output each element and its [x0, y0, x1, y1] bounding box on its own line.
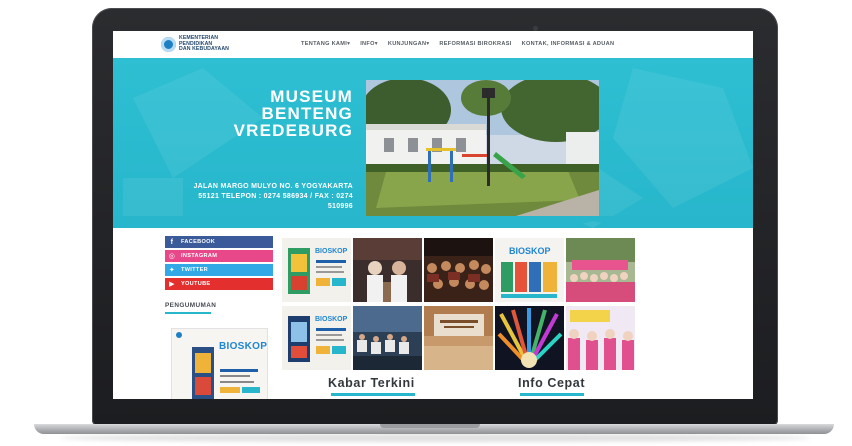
laptop-shadow — [60, 434, 810, 442]
menu-item-kunjungan[interactable]: KUNJUNGAN▾ — [388, 41, 430, 47]
torn-edge — [113, 216, 753, 227]
gallery-item-9[interactable] — [495, 306, 564, 370]
announcement-poster[interactable]: BIOSKOP — [171, 328, 268, 399]
gallery-poster-title: BIOSKOP — [315, 316, 348, 323]
menu-label: REFORMASI BIROKRASI — [439, 41, 512, 47]
youtube-label: YOUTUBE — [181, 281, 211, 287]
hero-banner: MUSEUM BENTENG VREDEBURG JALAN MARGO MUL… — [113, 58, 753, 228]
kemdikbud-logo-icon[interactable] — [161, 37, 176, 52]
browser-viewport: KEMENTERIAN PENDIDIKAN DAN KEBUDAYAAN TE… — [113, 31, 753, 399]
news-section-title: Kabar Terkini — [328, 376, 415, 390]
hero-title-line: VREDEBURG — [233, 121, 353, 140]
news-section-underline — [331, 393, 415, 396]
youtube-icon: ▶ — [169, 281, 175, 288]
logo-line-3: DAN KEBUDAYAAN — [179, 46, 230, 53]
info-section-underline — [520, 393, 584, 396]
hero-title-line: MUSEUM — [270, 87, 353, 106]
instagram-label: INSTAGRAM — [181, 253, 218, 259]
youtube-link[interactable]: ▶ YOUTUBE — [165, 278, 273, 290]
hero-address: JALAN MARGO MULYO NO. 6 YOGYAKARTA 55121… — [193, 183, 353, 210]
menu-item-reformasi-birokrasi[interactable]: REFORMASI BIROKRASI — [439, 41, 511, 47]
museum-photo — [366, 80, 599, 216]
menu-item-tentang-kami[interactable]: TENTANG KAMI▾ — [301, 41, 350, 47]
main-menu: TENTANG KAMI▾ INFO▾ KUNJUNGAN▾ REFORMASI… — [301, 41, 614, 47]
poster-title: BIOSKOP — [219, 341, 268, 352]
gallery-item-6[interactable]: BIOSKOP — [282, 306, 351, 370]
twitter-label: TWITTER — [181, 267, 208, 273]
menu-label: KUNJUNGAN — [387, 41, 427, 47]
hero-title: MUSEUM BENTENG VREDEBURG — [213, 88, 353, 139]
instagram-link[interactable]: ◎ INSTAGRAM — [165, 250, 273, 262]
facebook-icon: f — [170, 238, 174, 246]
menu-label: TENTANG KAMI — [301, 41, 348, 47]
caret-down-icon: ▾ — [374, 41, 378, 47]
gallery-item-8[interactable] — [424, 306, 493, 370]
laptop-notch — [380, 424, 480, 428]
top-navbar: KEMENTERIAN PENDIDIKAN DAN KEBUDAYAAN TE… — [113, 31, 753, 59]
instagram-icon: ◎ — [168, 253, 176, 260]
twitter-icon: ✦ — [168, 267, 176, 274]
menu-item-info[interactable]: INFO▾ — [360, 41, 378, 47]
twitter-link[interactable]: ✦ TWITTER — [165, 264, 273, 276]
gallery-item-7[interactable] — [353, 306, 422, 370]
gallery-poster-title: BIOSKOP — [509, 246, 551, 256]
gallery-item-10[interactable] — [566, 306, 635, 370]
announcement-heading: PENGUMUMAN — [165, 302, 217, 309]
gallery-item-2[interactable] — [353, 238, 422, 302]
caret-down-icon: ▾ — [426, 41, 430, 47]
gallery-item-5[interactable] — [566, 238, 635, 302]
gallery-poster-title: BIOSKOP — [315, 248, 348, 255]
gallery-item-3[interactable] — [424, 238, 493, 302]
menu-label: INFO — [360, 41, 375, 47]
site-logo-text[interactable]: KEMENTERIAN PENDIDIKAN DAN KEBUDAYAAN — [179, 35, 249, 53]
announcement-underline — [165, 312, 211, 314]
gallery-item-4[interactable]: BIOSKOP — [495, 238, 564, 302]
caret-down-icon: ▾ — [347, 41, 351, 47]
facebook-label: FACEBOOK — [181, 239, 216, 245]
menu-item-kontak[interactable]: KONTAK, INFORMASI & ADUAN — [522, 41, 615, 47]
menu-label: KONTAK, INFORMASI & ADUAN — [521, 41, 615, 47]
info-section-title: Info Cepat — [518, 376, 586, 390]
facebook-link[interactable]: f FACEBOOK — [165, 236, 273, 248]
gallery-item-1[interactable]: BIOSKOP — [282, 238, 351, 302]
hero-title-line: BENTENG — [261, 104, 353, 123]
